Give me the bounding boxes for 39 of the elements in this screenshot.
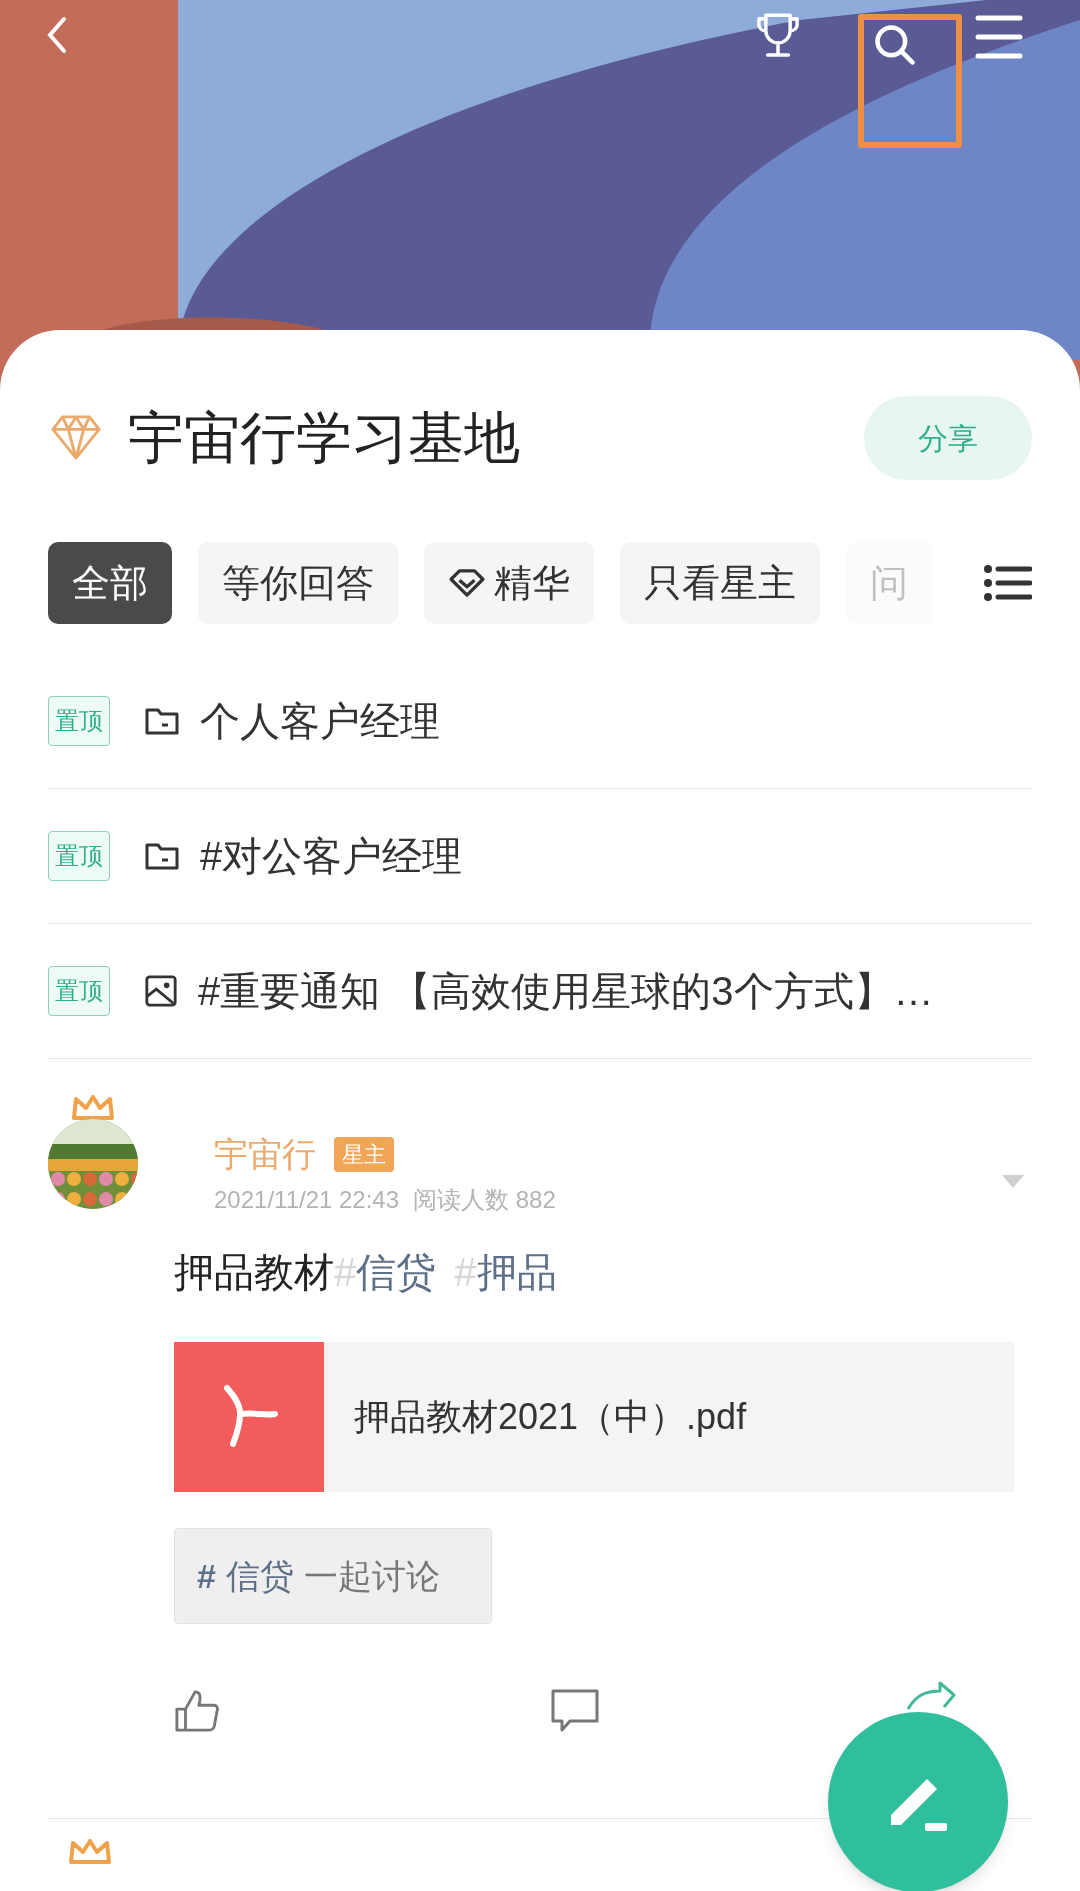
filter-tab[interactable]: 精华 <box>424 542 594 624</box>
pinned-title: #对公客户经理 <box>200 833 463 880</box>
pinned-badge: 置顶 <box>48 966 110 1016</box>
file-name: 押品教材2021（中）.pdf <box>354 1395 747 1439</box>
pinned-item[interactable]: 置顶 个人客户经理 <box>48 654 1032 789</box>
group-title: 宇宙行学习基地 <box>128 405 520 471</box>
caret-icon <box>1002 1175 1024 1189</box>
crown-icon <box>71 1095 115 1121</box>
filter-tab[interactable]: 只看星主 <box>620 542 820 624</box>
heart-diamond-icon <box>448 568 486 598</box>
list-button[interactable] <box>984 564 1032 602</box>
comment-button[interactable] <box>550 1688 600 1734</box>
crown-icon <box>68 1839 112 1865</box>
read-count: 阅读人数 882 <box>413 1185 556 1215</box>
filter-tab[interactable]: 全部 <box>48 542 172 624</box>
pinned-item[interactable]: 置顶 #对公客户经理 <box>48 789 1032 924</box>
search-button[interactable] <box>872 22 918 68</box>
topic-chip[interactable]: # 信贷 一起讨论 <box>174 1528 492 1624</box>
pinned-badge: 置顶 <box>48 831 110 881</box>
hashtag-link[interactable]: #押品 <box>454 1250 557 1294</box>
post-text: 押品教材#信贷 #押品 <box>174 1249 558 1296</box>
filter-tab[interactable]: 等你回答 <box>198 542 398 624</box>
comment-icon <box>550 1688 600 1734</box>
search-icon <box>872 22 918 68</box>
like-button[interactable] <box>174 1688 220 1734</box>
pinned-title: #重要通知 【高效使用星球的3个方式】… <box>198 968 934 1015</box>
share-icon <box>906 1681 956 1711</box>
thumbs-up-icon <box>174 1688 220 1734</box>
post-time: 2021/11/21 22:43 <box>214 1185 400 1215</box>
role-badge: 星主 <box>334 1137 394 1172</box>
pdf-icon <box>174 1342 324 1492</box>
pinned-title: 个人客户经理 <box>200 698 440 745</box>
pinned-item[interactable]: 置顶 #重要通知 【高效使用星球的3个方式】… <box>48 924 1032 1059</box>
pinned-badge: 置顶 <box>48 696 110 746</box>
image-icon <box>144 974 178 1008</box>
list-icon <box>984 564 1032 602</box>
hashtag-link[interactable]: #信贷 <box>334 1250 437 1294</box>
file-attachment[interactable]: 押品教材2021（中）.pdf <box>174 1342 1014 1492</box>
share-button[interactable] <box>906 1681 956 1711</box>
